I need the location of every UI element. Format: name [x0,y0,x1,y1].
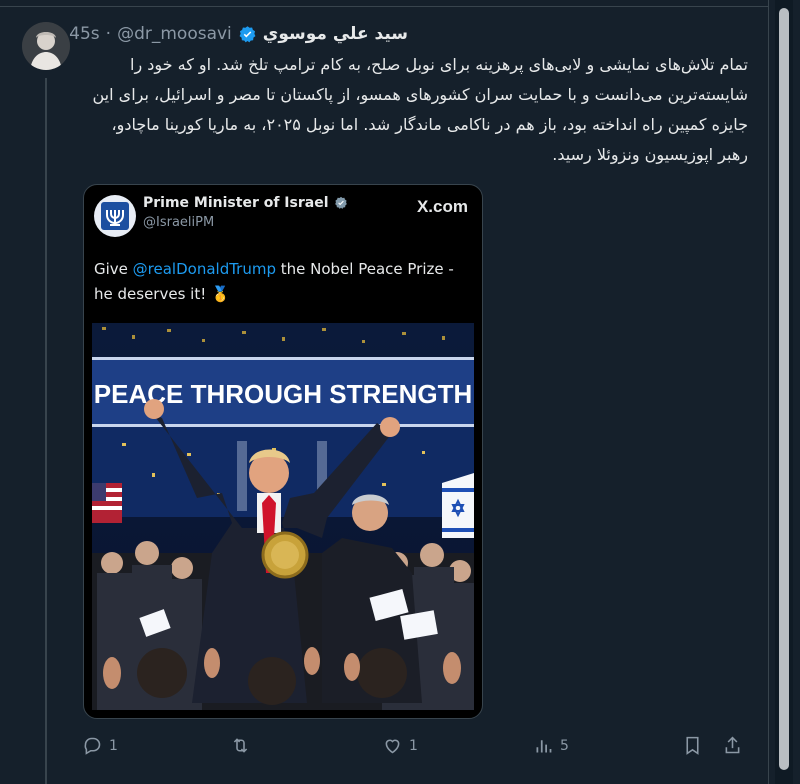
handle[interactable]: @dr_moosavi [117,24,232,44]
embed-text: Give @realDonaldTrump the Nobel Peace Pr… [94,257,474,307]
embed-display-name: Prime Minister of Israel [143,195,348,211]
embedded-screenshot[interactable]: Prime Minister of Israel @IsraeliPM X.co… [83,184,483,719]
embed-handle: @IsraeliPM [143,215,215,230]
embed-header: Prime Minister of Israel @IsraeliPM X.co… [84,185,482,245]
like-button[interactable]: 1 [382,735,418,756]
share-icon [725,736,740,754]
menorah-emblem-icon [101,202,129,230]
tweet-text: تمام تلاش‌های نمایشی و لابی‌های پرهزینه … [92,55,749,164]
tweet-actions: 1 1 5 [82,735,750,759]
rally-photo: PEACE THROUGH STRENGTH [92,323,474,710]
retweet-button[interactable] [230,735,257,756]
separator: · [105,24,112,44]
share-button[interactable] [722,735,743,756]
views-button[interactable]: 5 [533,735,569,756]
bookmark-icon [686,736,699,755]
embed-mention-link: @realDonaldTrump [132,260,276,278]
scrollbar[interactable] [775,0,793,784]
verified-badge-icon [334,196,347,209]
embed-name-text: Prime Minister of Israel [143,195,329,211]
scrollbar-thumb[interactable] [779,8,789,770]
avatar[interactable] [22,22,70,70]
like-count: 1 [409,737,418,754]
bookmark-button[interactable] [682,735,703,756]
embed-avatar [94,195,136,237]
thread-connector-line [45,78,47,784]
reply-button[interactable]: 1 [82,735,118,756]
reply-count: 1 [109,737,118,754]
avatar-image [22,22,70,70]
views-icon [536,740,552,753]
retweet-icon [233,738,248,753]
timeline-column: سيد علي موسوي @dr_moosavi · 45s تمام تلا… [0,0,769,784]
verified-badge-icon [239,25,256,42]
tweet-header: سيد علي موسوي @dr_moosavi · 45s [69,20,408,48]
reply-icon [84,737,101,755]
display-name[interactable]: سيد علي موسوي [263,24,408,44]
like-icon [385,739,400,754]
divider [0,6,768,7]
views-count: 5 [560,737,569,754]
x-brand-label: X.com [416,197,468,216]
timestamp[interactable]: 45s [69,24,100,44]
embed-photo: PEACE THROUGH STRENGTH [92,323,474,710]
embed-text-prefix: Give [94,260,133,278]
